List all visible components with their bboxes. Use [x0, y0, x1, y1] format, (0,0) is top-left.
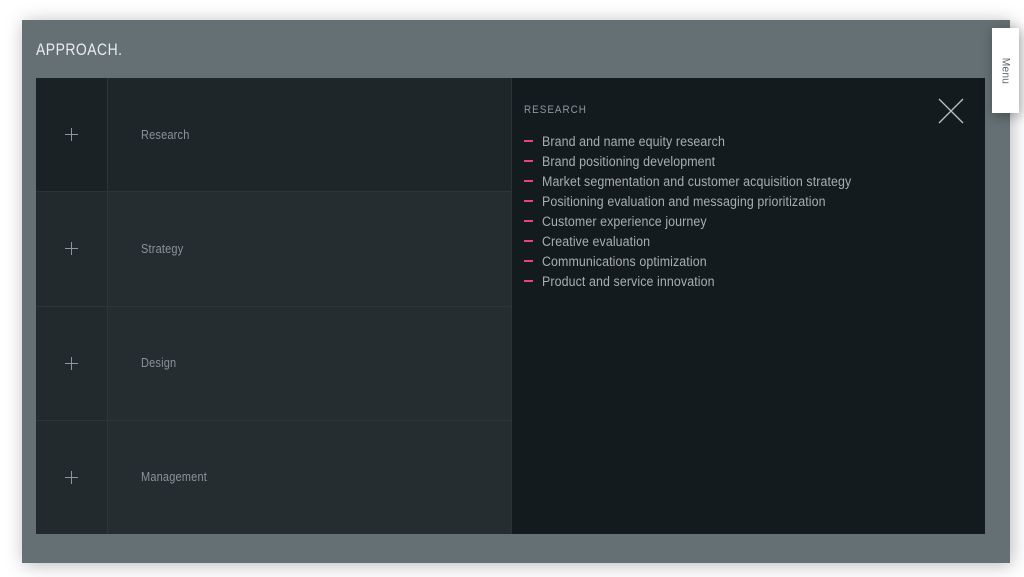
list-item: Product and service innovation	[524, 272, 971, 292]
plus-icon	[65, 242, 78, 256]
list-item-text: Customer experience journey	[542, 214, 707, 229]
accordion-row-research[interactable]: Research	[36, 78, 511, 193]
list-item-text: Product and service innovation	[542, 274, 715, 289]
content-board: Research Strategy Design Management RESE…	[36, 78, 985, 534]
expand-cell[interactable]	[36, 420, 108, 534]
list-item-text: Communications optimization	[542, 254, 707, 269]
page-root: APPROACH. Research Strategy Design Manag…	[0, 0, 1024, 577]
detail-item-list: Brand and name equity research Brand pos…	[524, 132, 971, 292]
dash-bullet-icon	[524, 220, 533, 222]
plus-icon	[65, 470, 78, 484]
dash-bullet-icon	[524, 180, 533, 182]
expand-cell[interactable]	[36, 306, 108, 420]
menu-tab-button[interactable]: Menu	[992, 28, 1019, 113]
detail-panel-title: RESEARCH	[524, 104, 587, 116]
accordion-label-cell: Design	[108, 307, 511, 420]
accordion-row-strategy[interactable]: Strategy	[36, 192, 511, 307]
plus-icon	[65, 356, 78, 370]
list-item: Brand and name equity research	[524, 132, 971, 152]
expand-cell[interactable]	[36, 78, 108, 192]
dash-bullet-icon	[524, 200, 533, 202]
accordion-row-label: Design	[141, 356, 177, 371]
dash-bullet-icon	[524, 140, 533, 142]
expand-cell[interactable]	[36, 192, 108, 306]
page-title: APPROACH.	[36, 40, 123, 59]
list-item: Creative evaluation	[524, 232, 971, 252]
accordion-label-cell: Strategy	[108, 192, 511, 305]
accordion-label-cell: Research	[108, 78, 511, 191]
list-item-text: Creative evaluation	[542, 234, 651, 249]
plus-icon	[65, 128, 78, 142]
dash-bullet-icon	[524, 280, 533, 282]
list-item: Positioning evaluation and messaging pri…	[524, 192, 971, 212]
list-item: Communications optimization	[524, 252, 971, 272]
list-item: Customer experience journey	[524, 212, 971, 232]
accordion-row-label: Research	[141, 127, 190, 142]
stage-panel: APPROACH. Research Strategy Design Manag…	[22, 20, 1010, 563]
menu-tab-label: Menu	[999, 57, 1012, 84]
list-item-text: Brand and name equity research	[542, 134, 725, 149]
list-item: Market segmentation and customer acquisi…	[524, 172, 971, 192]
list-item-text: Market segmentation and customer acquisi…	[542, 174, 852, 189]
close-button[interactable]	[936, 96, 966, 126]
dash-bullet-icon	[524, 240, 533, 242]
accordion-row-label: Management	[141, 470, 207, 485]
dash-bullet-icon	[524, 160, 533, 162]
detail-panel: RESEARCH Brand and name equity research	[511, 78, 985, 534]
list-item: Brand positioning development	[524, 152, 971, 172]
list-item-text: Positioning evaluation and messaging pri…	[542, 194, 826, 209]
approach-accordion: Research Strategy Design Management	[36, 78, 511, 534]
close-icon	[938, 98, 964, 124]
accordion-row-label: Strategy	[141, 241, 184, 256]
list-item-text: Brand positioning development	[542, 154, 716, 169]
accordion-row-design[interactable]: Design	[36, 306, 511, 421]
accordion-row-management[interactable]: Management	[36, 420, 511, 534]
dash-bullet-icon	[524, 260, 533, 262]
accordion-label-cell: Management	[108, 421, 511, 534]
